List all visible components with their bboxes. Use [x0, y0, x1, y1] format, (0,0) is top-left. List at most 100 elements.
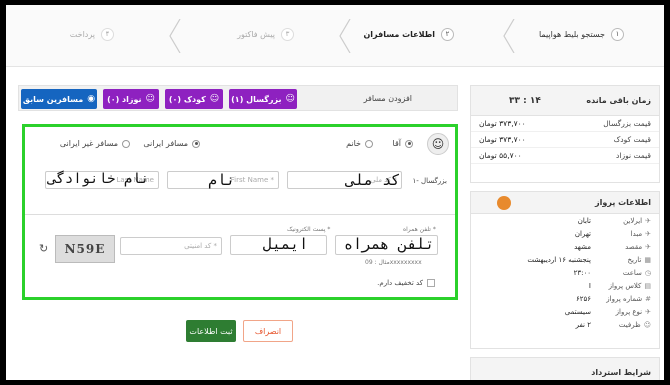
flight-row-value: I: [588, 281, 591, 290]
step-label: پیش فاکتور: [237, 29, 275, 39]
add-infant-label: نوزاد (۰): [107, 94, 142, 104]
mobile-value: تلفن همراه: [344, 235, 435, 253]
user-circle-icon: ◉: [87, 94, 96, 104]
radio-dot: [122, 139, 130, 148]
mobile-hint: مثال : 09xxxxxxxxx: [365, 259, 422, 266]
passenger-row: ☺ ۱- بزرگسال آقا خانم مسافر ایرانی مسافر…: [25, 127, 455, 215]
hash-icon: #: [645, 294, 651, 303]
add-user-icon: ☺: [145, 94, 155, 104]
price-row-adult: قیمت بزرگسال ۳۷۳,۷۰۰ تومان: [471, 116, 659, 132]
security-code-field[interactable]: کد امنیتی *: [120, 237, 222, 255]
iranian-radio[interactable]: مسافر ایرانی: [143, 139, 200, 148]
gender-female-label: خانم: [346, 139, 361, 148]
step-number: ۳: [281, 27, 294, 41]
flight-row-class: ▤ کلاس پرواز I: [471, 279, 659, 292]
flight-row-label: مبدا: [630, 229, 643, 238]
toolbar-title: افزودن مسافر: [363, 94, 412, 103]
gender-male-radio[interactable]: آقا: [393, 139, 413, 148]
radio-dot: [365, 139, 373, 148]
first-name-field[interactable]: First Name * نام: [167, 171, 279, 189]
national-code-field[interactable]: کد ملی * کد ملی: [287, 171, 402, 189]
previous-passengers-button[interactable]: مسافرین سابق ◉: [21, 89, 97, 109]
step-number: ۴: [101, 27, 114, 41]
flight-info-title: اطلاعات پرواز: [595, 198, 651, 207]
non-iranian-radio[interactable]: مسافر غیر ایرانی: [60, 139, 130, 148]
add-adult-button[interactable]: بزرگسال (۱) ☺: [229, 89, 297, 109]
price-value: ۳۷۳,۷۰۰ تومان: [479, 135, 526, 144]
step-number: ۲: [441, 27, 454, 41]
radio-dot: [192, 139, 200, 148]
flight-row-date: ▦ تاریخ پنجشنبه ۱۶ اردیبهشت: [471, 253, 659, 266]
step-label: جستجو بلیط هواپیما: [538, 29, 605, 39]
plane-icon: ✈: [645, 307, 651, 316]
contact-row: تلفن همراه * تلفن همراه مثال : 09xxxxxxx…: [25, 217, 455, 297]
email-label: پست الکترونیک *: [287, 226, 331, 233]
price-row-child: قیمت کودک ۳۷۳,۷۰۰ تومان: [471, 132, 659, 148]
step-invoice: ۳ پیش فاکتور: [237, 23, 294, 45]
flight-row-label: کلاس پرواز: [608, 281, 642, 290]
mobile-label: تلفن همراه *: [403, 226, 436, 233]
add-child-button[interactable]: کودک (۰) ☺: [165, 89, 223, 109]
discount-label: کد تخفیف دارم.: [377, 279, 423, 287]
flight-row-type: ✈ نوع پرواز سیستمی: [471, 305, 659, 318]
flight-row-label: ظرفیت: [618, 320, 641, 329]
price-label: قیمت بزرگسال: [603, 119, 651, 128]
flight-info-box: اطلاعات پرواز ✈ ایرلاین تابان ✈ مبدا تهران ✈…: [470, 191, 660, 349]
stepper: ۱ جستجو بلیط هواپیما ۲ اطلاعات مسافران ۳…: [6, 5, 664, 67]
price-value: ۳۷۳,۷۰۰ تومان: [479, 119, 526, 128]
last-name-value: نام خانوادگی: [48, 171, 150, 187]
mobile-field[interactable]: تلفن همراه: [335, 235, 438, 255]
discount-checkbox[interactable]: کد تخفیف دارم.: [377, 279, 435, 287]
users-icon: ☺: [643, 320, 651, 329]
passenger-row-label: ۱- بزرگسال: [412, 177, 447, 185]
flight-row-airline: ✈ ایرلاین تابان: [471, 214, 659, 227]
gender-male-label: آقا: [392, 139, 401, 148]
flight-row-value: ۲ نفر: [575, 320, 591, 329]
flight-row-value: مشهد: [574, 242, 591, 251]
previous-passengers-label: مسافرین سابق: [22, 94, 84, 104]
flight-row-value: سیستمی: [564, 307, 591, 316]
price-label: قیمت نوزاد: [616, 151, 651, 160]
price-label: قیمت کودک: [613, 135, 651, 144]
last-name-field[interactable]: Last Name نام خانوادگی: [45, 171, 159, 189]
email-value: ایمیل: [263, 235, 309, 253]
flight-row-value: ۶۲۵۶: [575, 294, 591, 303]
add-infant-button[interactable]: نوزاد (۰) ☺: [103, 89, 159, 109]
flight-row-label: تاریخ: [627, 255, 642, 264]
step-payment: ۴ پرداخت: [70, 23, 114, 45]
airline-logo-icon: [497, 195, 511, 210]
checkbox-box: [427, 279, 435, 287]
save-button[interactable]: ثبت اطلاعات: [186, 320, 236, 342]
chevron-separator-icon: [339, 19, 351, 53]
non-iranian-label: مسافر غیر ایرانی: [59, 139, 118, 148]
flight-row-origin: ✈ مبدا تهران: [471, 227, 659, 240]
refund-title: شرایط استرداد: [591, 367, 651, 377]
step-label: اطلاعات مسافران: [363, 29, 435, 39]
chevron-separator-icon: [169, 19, 181, 53]
add-user-icon: ☺: [285, 94, 295, 104]
flight-row-label: مقصد: [625, 242, 643, 251]
radio-dot: [405, 139, 413, 148]
first-name-placeholder: First Name *: [230, 176, 274, 184]
flight-row-capacity: ☺ ظرفیت ۲ نفر: [471, 318, 659, 331]
sidebar: زمان باقی مانده ۱۴ : ۳۳ قیمت بزرگسال ۳۷۳…: [470, 85, 664, 380]
national-code-value: کد ملی: [346, 171, 401, 189]
cancel-button[interactable]: انصراف: [243, 320, 293, 342]
gender-female-radio[interactable]: خانم: [346, 139, 373, 148]
seat-icon: ▤: [644, 281, 651, 290]
page: ۱ جستجو بلیط هواپیما ۲ اطلاعات مسافران ۳…: [6, 5, 664, 380]
flight-row-label: نوع پرواز: [615, 307, 643, 316]
calendar-icon: ▦: [644, 255, 651, 264]
price-value: ۵۵,۷۰۰ تومان: [479, 151, 522, 160]
email-field[interactable]: ایمیل: [230, 235, 327, 255]
chevron-separator-icon: [503, 19, 515, 53]
flight-row-value: ۲۳:۰۰: [573, 268, 591, 277]
timer-label: زمان باقی مانده: [586, 96, 651, 105]
step-passengers[interactable]: ۲ اطلاعات مسافران: [363, 23, 454, 45]
add-user-icon: ☺: [209, 94, 220, 104]
refund-box[interactable]: شرایط استرداد: [470, 357, 660, 380]
flight-row-label: شماره پرواز: [606, 294, 643, 303]
refresh-captcha-icon[interactable]: ↻: [39, 242, 48, 255]
flight-row-label: ایرلاین: [623, 216, 643, 225]
step-search[interactable]: ۱ جستجو بلیط هواپیما: [539, 23, 624, 45]
